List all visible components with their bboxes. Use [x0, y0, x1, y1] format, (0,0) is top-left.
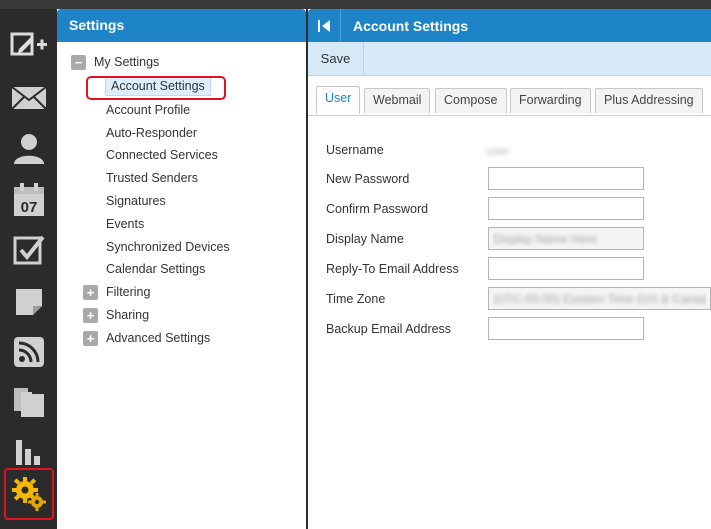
save-button[interactable]: Save	[308, 42, 364, 76]
expand-toggle-icon[interactable]: +	[83, 285, 98, 300]
tab-compose[interactable]: Compose	[435, 88, 507, 113]
tree-item-label: Account Profile	[106, 103, 191, 117]
time-zone-select[interactable]	[488, 287, 711, 310]
calendar-icon[interactable]: 07	[4, 177, 54, 223]
collapse-left-icon	[318, 19, 330, 32]
time-zone-label: Time Zone	[326, 292, 386, 306]
tab-webmail[interactable]: Webmail	[364, 88, 431, 113]
reply-to-email-field[interactable]	[488, 257, 644, 280]
tab-plus-addressing[interactable]: Plus Addressing	[595, 88, 703, 113]
main-header: Account Settings	[308, 9, 711, 42]
new-password-label: New Password	[326, 172, 410, 186]
tree-group-advanced-settings[interactable]: + Advanced Settings	[83, 328, 283, 348]
settings-icon[interactable]	[4, 468, 54, 520]
display-name-field[interactable]	[488, 227, 644, 250]
tree-item-label: Signatures	[106, 194, 166, 208]
settings-tree-panel: Settings − My Settings Account Settings …	[57, 9, 306, 529]
new-password-field[interactable]	[488, 167, 644, 190]
confirm-password-field[interactable]	[488, 197, 644, 220]
notes-icon[interactable]	[4, 279, 54, 325]
calendar-day: 07	[21, 199, 38, 216]
tree-item-label: Auto-Responder	[106, 126, 198, 140]
app-nav-rail: 07	[0, 9, 58, 529]
tree-item-label: Calendar Settings	[106, 262, 206, 276]
tree-group-sharing[interactable]: + Sharing	[83, 305, 283, 325]
tree-group-label: Sharing	[106, 308, 150, 322]
page-title: Account Settings	[353, 17, 469, 34]
backup-email-field[interactable]	[488, 317, 644, 340]
compose-icon[interactable]	[4, 23, 54, 69]
settings-panel-title: Settings	[57, 9, 306, 42]
top-strip	[0, 0, 711, 9]
reply-to-label: Reply-To Email Address	[326, 262, 459, 276]
tree-item-label: Synchronized Devices	[106, 240, 230, 254]
mail-icon[interactable]	[4, 75, 54, 121]
tree-item-label: Events	[106, 217, 145, 231]
main-panel: Account Settings Save User Webmail Compo…	[308, 9, 711, 529]
expand-toggle-icon[interactable]: +	[83, 308, 98, 323]
username-label: Username	[326, 143, 384, 157]
tab-bar: User Webmail Compose Forwarding Plus Add…	[308, 76, 711, 116]
toolbar: Save	[308, 42, 711, 76]
tree-item-label: Trusted Senders	[106, 171, 198, 185]
selection-highlight-ring	[86, 76, 226, 100]
contacts-icon[interactable]	[4, 125, 54, 171]
files-icon[interactable]	[4, 379, 54, 425]
tree-group-label: Advanced Settings	[106, 331, 211, 345]
confirm-password-label: Confirm Password	[326, 202, 429, 216]
display-name-label: Display Name	[326, 232, 404, 246]
tree-node-label: My Settings	[94, 55, 160, 69]
username-value: user	[486, 144, 510, 158]
tab-forwarding[interactable]: Forwarding	[510, 88, 591, 113]
expand-toggle-icon[interactable]: +	[83, 331, 98, 346]
backup-email-label: Backup Email Address	[326, 322, 452, 336]
rss-icon[interactable]	[4, 329, 54, 375]
tasks-icon[interactable]	[4, 227, 54, 273]
tree-node-my-settings[interactable]: − My Settings	[71, 52, 271, 72]
tree-group-label: Filtering	[106, 285, 151, 299]
tree-item-label: Connected Services	[106, 148, 218, 162]
tree-group-filtering[interactable]: + Filtering	[83, 282, 283, 302]
tab-user[interactable]: User	[316, 86, 361, 114]
collapse-toggle-icon[interactable]: −	[71, 55, 86, 70]
collapse-panel-button[interactable]	[308, 9, 341, 42]
